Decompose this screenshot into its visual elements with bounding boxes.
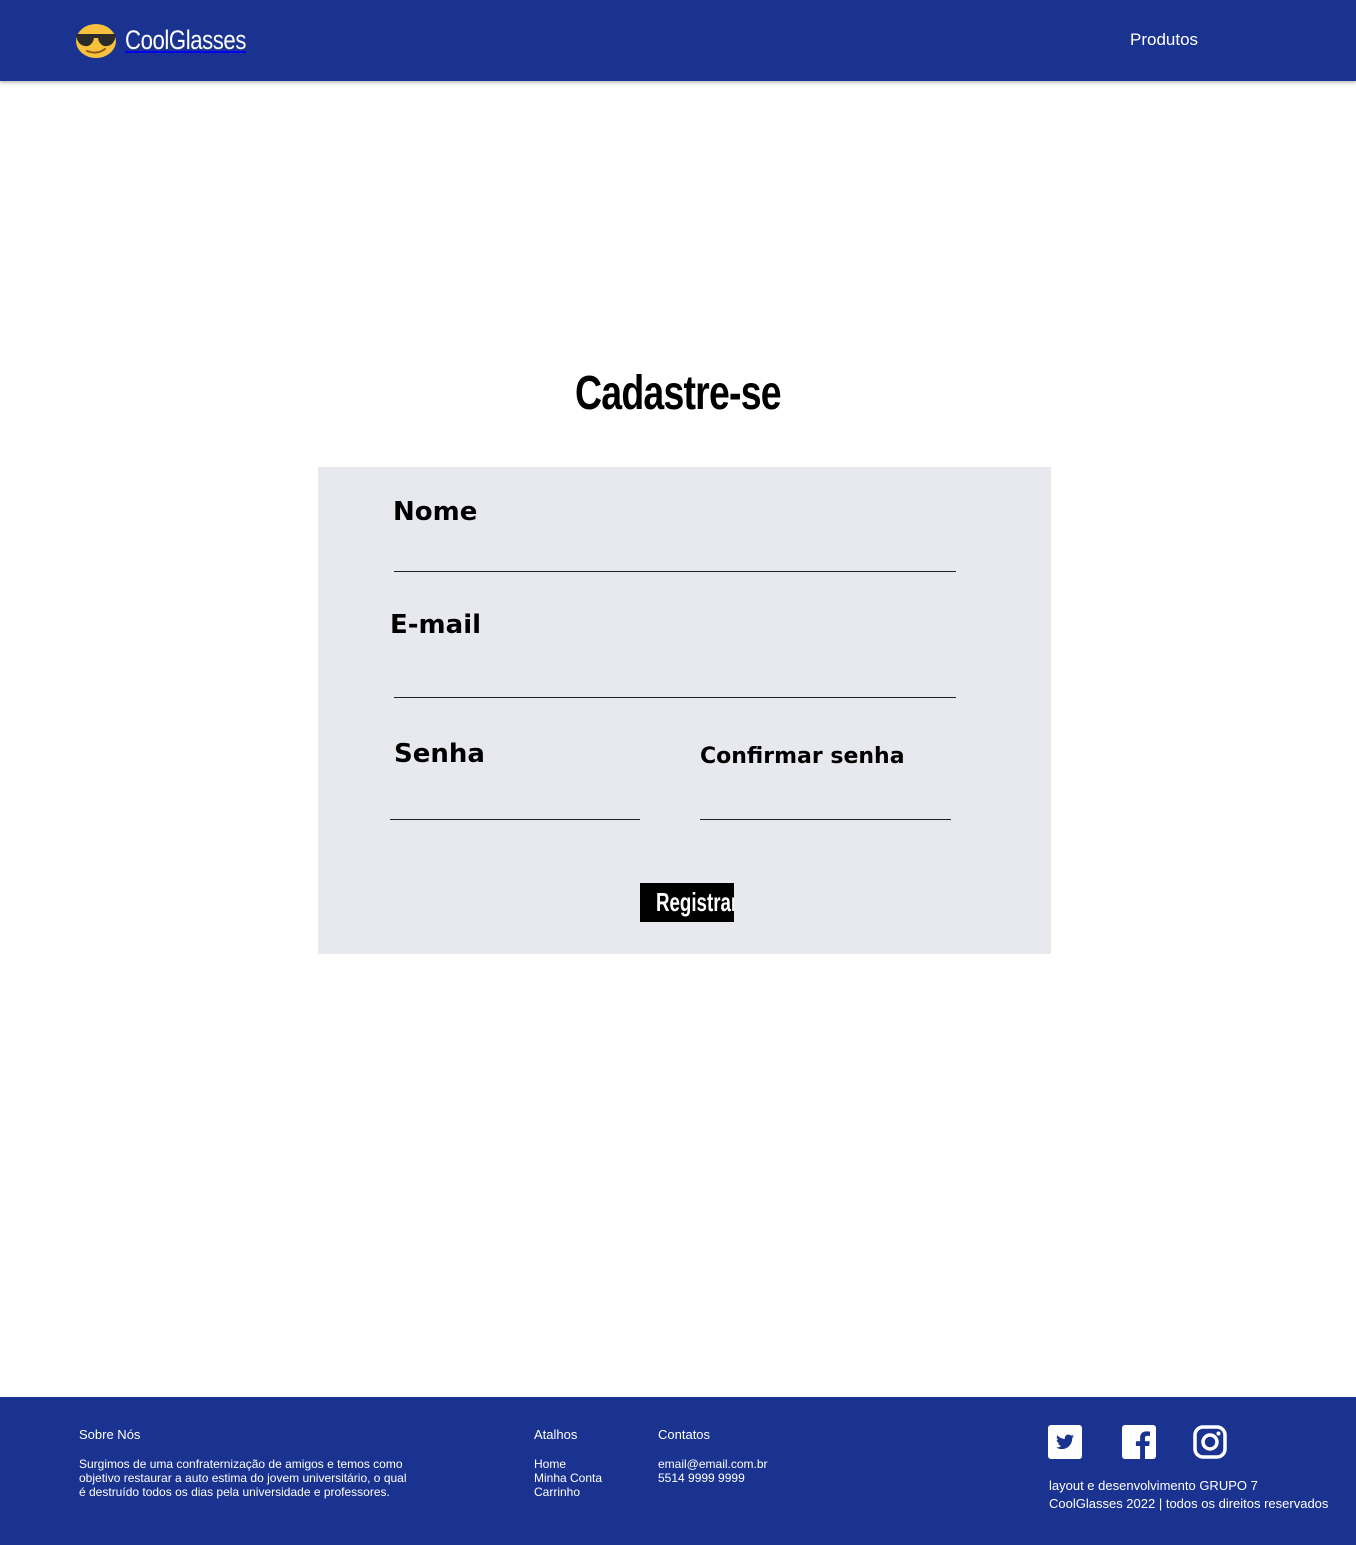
footer-link-account[interactable]: Minha Conta (534, 1471, 602, 1485)
password-label: Senha (394, 739, 485, 769)
email-label: E-mail (390, 610, 482, 640)
contact-email: email@email.com.br (658, 1457, 768, 1471)
facebook-icon[interactable] (1122, 1425, 1156, 1459)
logo-link[interactable]: CoolGlasses (75, 22, 273, 58)
site-header: CoolGlasses Produtos (0, 0, 1356, 81)
twitter-icon[interactable] (1048, 1425, 1082, 1459)
shortcuts-heading: Atalhos (534, 1427, 578, 1442)
about-text: Surgimos de uma confraternização de amig… (79, 1457, 407, 1499)
instagram-icon[interactable] (1193, 1425, 1227, 1459)
email-field[interactable] (394, 670, 956, 698)
password-field[interactable] (390, 792, 640, 820)
logo-text: CoolGlasses (125, 24, 247, 55)
footer-link-home[interactable]: Home (534, 1457, 602, 1471)
signup-form: Nome E-mail Senha Confirmar senha Regist… (318, 467, 1051, 954)
site-footer: Sobre Nós Surgimos de uma confraternizaç… (0, 1397, 1356, 1545)
sunglasses-face-icon (76, 24, 116, 58)
confirm-password-field[interactable] (700, 792, 951, 820)
footer-link-cart[interactable]: Carrinho (534, 1485, 602, 1499)
name-label: Nome (393, 497, 478, 527)
contacts-list: email@email.com.br 5514 9999 9999 (658, 1457, 768, 1485)
shortcuts-list: Home Minha Conta Carrinho (534, 1457, 602, 1499)
name-field[interactable] (394, 544, 956, 572)
confirm-password-label: Confirmar senha (700, 744, 905, 769)
contact-phone: 5514 9999 9999 (658, 1471, 745, 1485)
register-button[interactable]: Registrar (640, 883, 734, 922)
credits: layout e desenvolvimento GRUPO 7 CoolGla… (1049, 1478, 1329, 1511)
contacts-heading: Contatos (658, 1427, 711, 1442)
nav-link-produtos[interactable]: Produtos (1130, 30, 1198, 50)
page-title: Cadastre-se (575, 367, 782, 420)
about-heading: Sobre Nós (79, 1427, 141, 1442)
